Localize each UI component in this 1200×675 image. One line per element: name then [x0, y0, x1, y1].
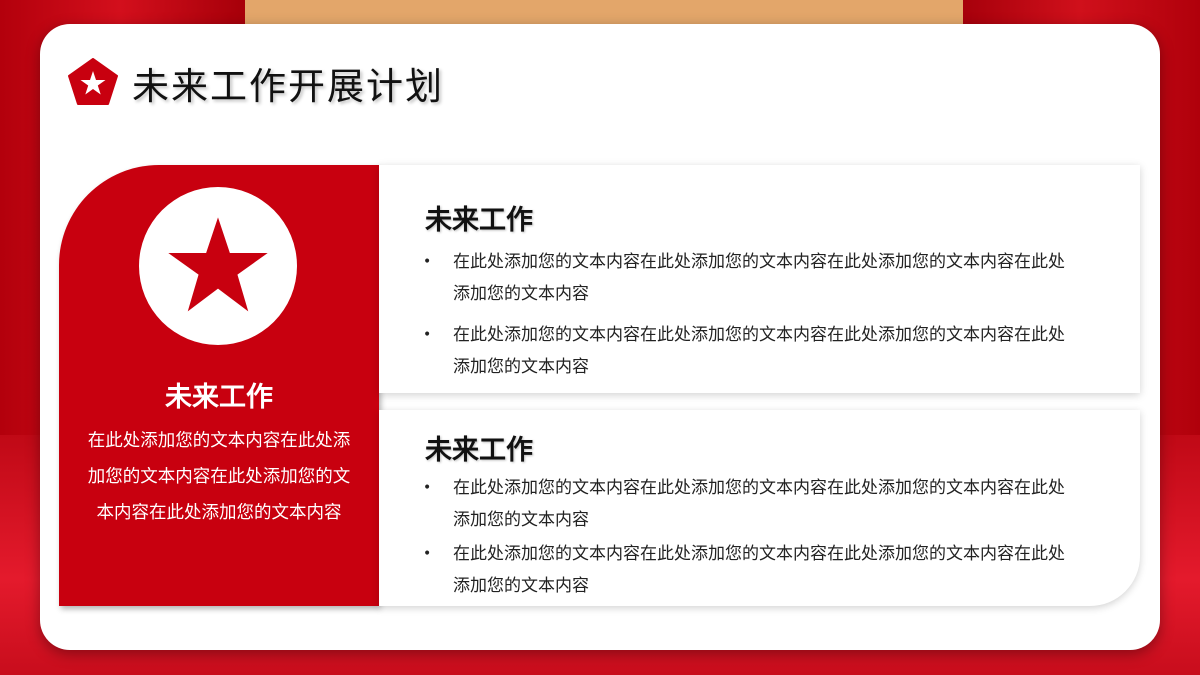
- star-badge: [139, 187, 297, 345]
- list-item: • 在此处添加您的文本内容在此处添加您的文本内容在此处添加您的文本内容在此处添加…: [423, 472, 1073, 536]
- list-item: • 在此处添加您的文本内容在此处添加您的文本内容在此处添加您的文本内容在此处添加…: [423, 319, 1073, 383]
- bullet-dot: •: [423, 546, 432, 562]
- bullet-text: 在此处添加您的文本内容在此处添加您的文本内容在此处添加您的文本内容在此处添加您的…: [453, 252, 1065, 304]
- list-item: • 在此处添加您的文本内容在此处添加您的文本内容在此处添加您的文本内容在此处添加…: [423, 538, 1073, 602]
- section-title: 未来工作: [425, 205, 533, 236]
- pentagon-star-icon: [68, 58, 118, 105]
- section-box: 未来工作 • 在此处添加您的文本内容在此处添加您的文本内容在此处添加您的文本内容…: [379, 410, 1140, 606]
- list-item: • 在此处添加您的文本内容在此处添加您的文本内容在此处添加您的文本内容在此处添加…: [423, 246, 1073, 310]
- bullet-dot: •: [423, 254, 432, 270]
- section-title: 未来工作: [425, 435, 533, 466]
- bullet-text: 在此处添加您的文本内容在此处添加您的文本内容在此处添加您的文本内容在此处添加您的…: [453, 325, 1065, 377]
- section-box: 未来工作 • 在此处添加您的文本内容在此处添加您的文本内容在此处添加您的文本内容…: [379, 165, 1140, 393]
- left-panel-title: 未来工作: [165, 382, 273, 413]
- left-panel-body: 在此处添加您的文本内容在此处添加您的文本内容在此处添加您的文本内容在此处添加您的…: [87, 431, 351, 523]
- bullet-text: 在此处添加您的文本内容在此处添加您的文本内容在此处添加您的文本内容在此处添加您的…: [453, 478, 1065, 530]
- bullet-text: 在此处添加您的文本内容在此处添加您的文本内容在此处添加您的文本内容在此处添加您的…: [453, 544, 1065, 596]
- page-title: 未来工作开展计划: [132, 65, 444, 108]
- bullet-dot: •: [423, 327, 432, 343]
- bullet-dot: •: [423, 480, 432, 496]
- left-panel: 未来工作 在此处添加您的文本内容在此处添加您的文本内容在此处添加您的文本内容在此…: [59, 165, 379, 606]
- star-icon: [168, 217, 268, 312]
